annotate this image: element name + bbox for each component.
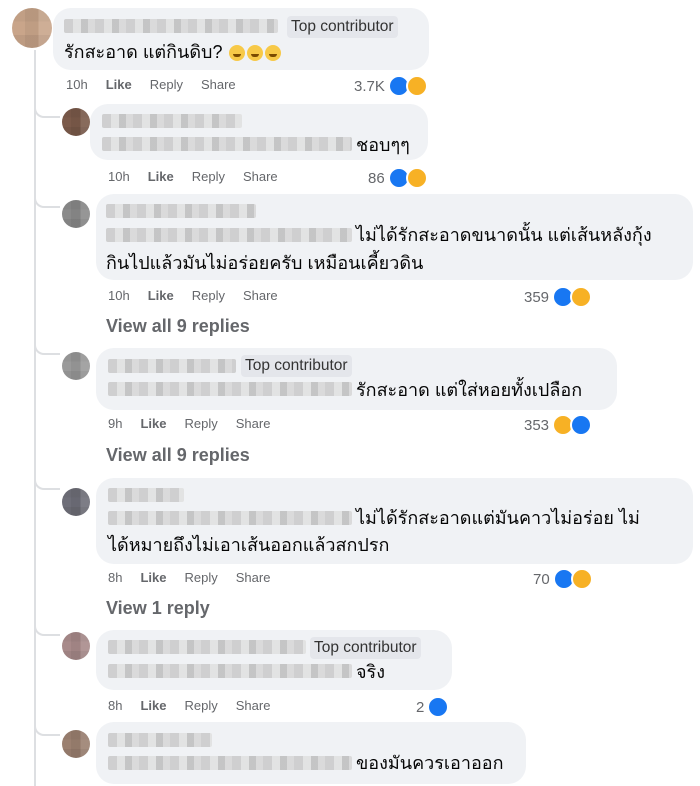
reply-text-line1: ไม่ได้รักสะอาดขนาดนั้น แต่เส้นหลังกุ้ง bbox=[356, 225, 652, 245]
like-button[interactable]: Like bbox=[140, 570, 166, 585]
comment-time[interactable]: 10h bbox=[66, 77, 88, 92]
reaction-count[interactable]: 2 bbox=[416, 696, 450, 718]
reply-actions: 8h Like Reply Share bbox=[108, 570, 288, 585]
blurred-username[interactable] bbox=[64, 19, 278, 33]
blurred-text bbox=[108, 382, 352, 396]
share-button[interactable]: Share bbox=[243, 288, 278, 303]
thread-line bbox=[34, 50, 36, 786]
emoji-icon bbox=[247, 45, 264, 62]
comment-actions: 10h Like Reply Share bbox=[66, 77, 254, 92]
reply-text: ของมันควรเอาออก bbox=[356, 753, 504, 773]
reaction-count-number: 2 bbox=[416, 698, 425, 716]
blurred-username[interactable] bbox=[106, 204, 256, 218]
thread-elbow bbox=[34, 724, 60, 736]
reply-text-line2: ได้หมายถึงไม่เอาเส้นออกแล้วสกปรก bbox=[108, 535, 390, 555]
thread-elbow bbox=[34, 478, 60, 490]
reply-time[interactable]: 10h bbox=[108, 288, 130, 303]
reaction-count[interactable]: 359 bbox=[524, 286, 593, 308]
reply-text: รักสะอาด แต่ใส่หอยทั้งเปลือก bbox=[356, 380, 583, 400]
avatar[interactable] bbox=[62, 200, 90, 228]
haha-reaction-icon bbox=[405, 75, 428, 97]
thread-elbow bbox=[34, 624, 60, 636]
avatar[interactable] bbox=[62, 730, 90, 758]
reaction-count[interactable]: 70 bbox=[533, 568, 593, 590]
like-button[interactable]: Like bbox=[140, 698, 166, 713]
share-button[interactable]: Share bbox=[236, 416, 271, 431]
blurred-text bbox=[106, 228, 352, 242]
reply-button[interactable]: Reply bbox=[150, 77, 183, 92]
reply-actions: 9h Like Reply Share bbox=[108, 416, 288, 431]
blurred-username[interactable] bbox=[102, 114, 242, 128]
blurred-username[interactable] bbox=[108, 359, 236, 373]
like-reaction-icon bbox=[570, 414, 593, 436]
reply-button[interactable]: Reply bbox=[184, 570, 217, 585]
reaction-count-number: 86 bbox=[368, 169, 385, 187]
like-button[interactable]: Like bbox=[106, 77, 132, 92]
blurred-text bbox=[102, 137, 352, 151]
comment-text-content: รักสะอาด แต่กินดิบ? bbox=[64, 42, 223, 62]
view-replies-link[interactable]: View all 9 replies bbox=[106, 445, 250, 466]
reaction-count[interactable]: 3.7K bbox=[354, 75, 428, 97]
reply-actions: 10h Like Reply Share bbox=[108, 169, 296, 184]
reply-button[interactable]: Reply bbox=[184, 416, 217, 431]
haha-reaction-icon bbox=[405, 167, 428, 189]
reaction-count-number: 70 bbox=[533, 570, 550, 588]
reply-time[interactable]: 10h bbox=[108, 169, 130, 184]
blurred-text bbox=[108, 511, 352, 525]
blurred-username[interactable] bbox=[108, 733, 212, 747]
emoji-icon bbox=[265, 45, 282, 62]
reply-button[interactable]: Reply bbox=[184, 698, 217, 713]
blurred-text bbox=[108, 664, 352, 678]
like-reaction-icon bbox=[427, 696, 450, 718]
reply-actions: 8h Like Reply Share bbox=[108, 698, 288, 713]
haha-reaction-icon bbox=[570, 568, 593, 590]
reaction-count-number: 353 bbox=[524, 416, 550, 434]
thread-elbow bbox=[34, 343, 60, 355]
avatar[interactable] bbox=[62, 108, 90, 136]
share-button[interactable]: Share bbox=[243, 169, 278, 184]
haha-reaction-icon bbox=[570, 286, 593, 308]
blurred-username[interactable] bbox=[108, 488, 184, 502]
share-button[interactable]: Share bbox=[236, 570, 271, 585]
emoji-icon bbox=[229, 45, 246, 62]
reply-button[interactable]: Reply bbox=[192, 288, 225, 303]
reply-text-line1: ไม่ได้รักสะอาดแต่มันคาวไม่อร่อย ไม่ bbox=[356, 508, 640, 528]
share-button[interactable]: Share bbox=[201, 77, 236, 92]
reaction-count-number: 3.7K bbox=[354, 77, 385, 95]
reaction-count[interactable]: 86 bbox=[368, 167, 428, 189]
avatar[interactable] bbox=[62, 488, 90, 516]
like-button[interactable]: Like bbox=[148, 169, 174, 184]
top-contributor-badge: Top contributor bbox=[241, 355, 352, 377]
like-button[interactable]: Like bbox=[148, 288, 174, 303]
thread-elbow bbox=[34, 106, 60, 118]
reply-time[interactable]: 8h bbox=[108, 698, 122, 713]
reply-text: ชอบๆๆ bbox=[356, 135, 410, 155]
blurred-text bbox=[108, 756, 352, 770]
avatar[interactable] bbox=[62, 632, 90, 660]
reply-button[interactable]: Reply bbox=[192, 169, 225, 184]
reply-text: จริง bbox=[356, 662, 386, 682]
reaction-count[interactable]: 353 bbox=[524, 414, 593, 436]
comment-text: รักสะอาด แต่กินดิบ? bbox=[64, 37, 282, 67]
avatar[interactable] bbox=[62, 352, 90, 380]
reply-time[interactable]: 9h bbox=[108, 416, 122, 431]
view-replies-link[interactable]: View all 9 replies bbox=[106, 316, 250, 337]
view-replies-link[interactable]: View 1 reply bbox=[106, 598, 210, 619]
like-button[interactable]: Like bbox=[140, 416, 166, 431]
reply-text-line2: กินไปแล้วมันไม่อร่อยครับ เหมือนเคี้ยวดิน bbox=[106, 253, 424, 273]
reply-actions: 10h Like Reply Share bbox=[108, 288, 296, 303]
top-contributor-badge: Top contributor bbox=[287, 16, 398, 38]
thread-elbow bbox=[34, 196, 60, 208]
reply-time[interactable]: 8h bbox=[108, 570, 122, 585]
reaction-count-number: 359 bbox=[524, 288, 550, 306]
share-button[interactable]: Share bbox=[236, 698, 271, 713]
avatar[interactable] bbox=[12, 8, 52, 48]
top-contributor-badge: Top contributor bbox=[310, 637, 421, 659]
blurred-username[interactable] bbox=[108, 640, 306, 654]
